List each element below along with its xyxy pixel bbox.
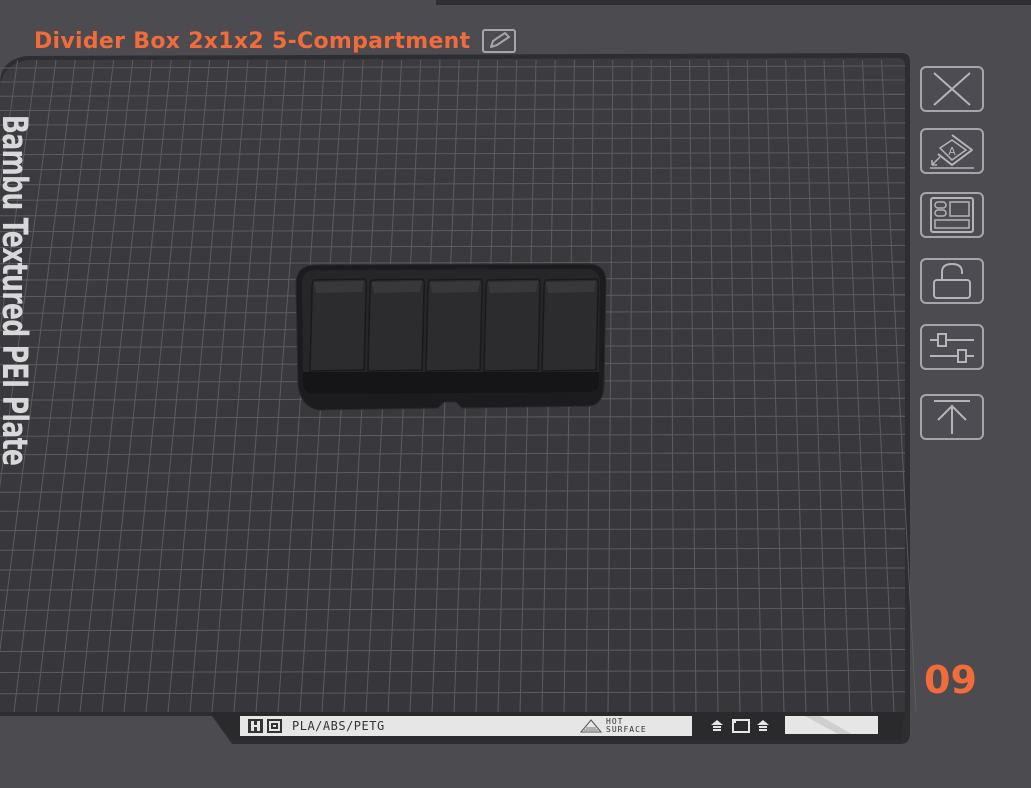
surface-label: SURFACE: [606, 725, 647, 734]
compartments: [309, 278, 599, 372]
compartment-lip: [546, 281, 596, 293]
orient-icon: A: [930, 134, 974, 169]
compartment-lip: [488, 281, 538, 293]
bed-footer-icons: [710, 716, 776, 736]
arrow-up-icon: [934, 400, 970, 434]
plate-orientation-icon: [711, 719, 769, 733]
close-icon: [933, 72, 971, 106]
hot-surface-warning: HOT SURFACE: [580, 718, 678, 734]
settings-sliders-icon: [930, 333, 974, 363]
move-to-top-button[interactable]: [920, 394, 984, 440]
bed-type-label: Bambu Textured PEI Plate: [0, 114, 34, 466]
arrange-button[interactable]: [920, 192, 984, 238]
compartment-lip: [314, 281, 364, 293]
bed-footer-strip: PLA/ABS/PETG HOT SURFACE: [240, 716, 692, 736]
compartment-lip: [372, 281, 422, 293]
delete-plate-button[interactable]: [920, 66, 984, 112]
warning-triangle-icon: [580, 719, 602, 733]
lock-icon: [933, 262, 971, 299]
auto-orient-button[interactable]: A: [920, 128, 984, 174]
compatible-materials: PLA/ABS/PETG: [292, 719, 385, 733]
model-divider-box[interactable]: [295, 263, 607, 411]
compartment-lip: [430, 281, 480, 293]
lock-button[interactable]: [920, 258, 984, 304]
build-plate[interactable]: [0, 0, 1031, 788]
bed-logo-icon: [248, 719, 263, 733]
bed-plate-icon: [267, 719, 282, 733]
svg-text:A: A: [948, 145, 956, 158]
plate-index-number: 09: [924, 658, 977, 702]
arrange-icon: [930, 197, 974, 233]
plate-settings-button[interactable]: [920, 324, 984, 370]
